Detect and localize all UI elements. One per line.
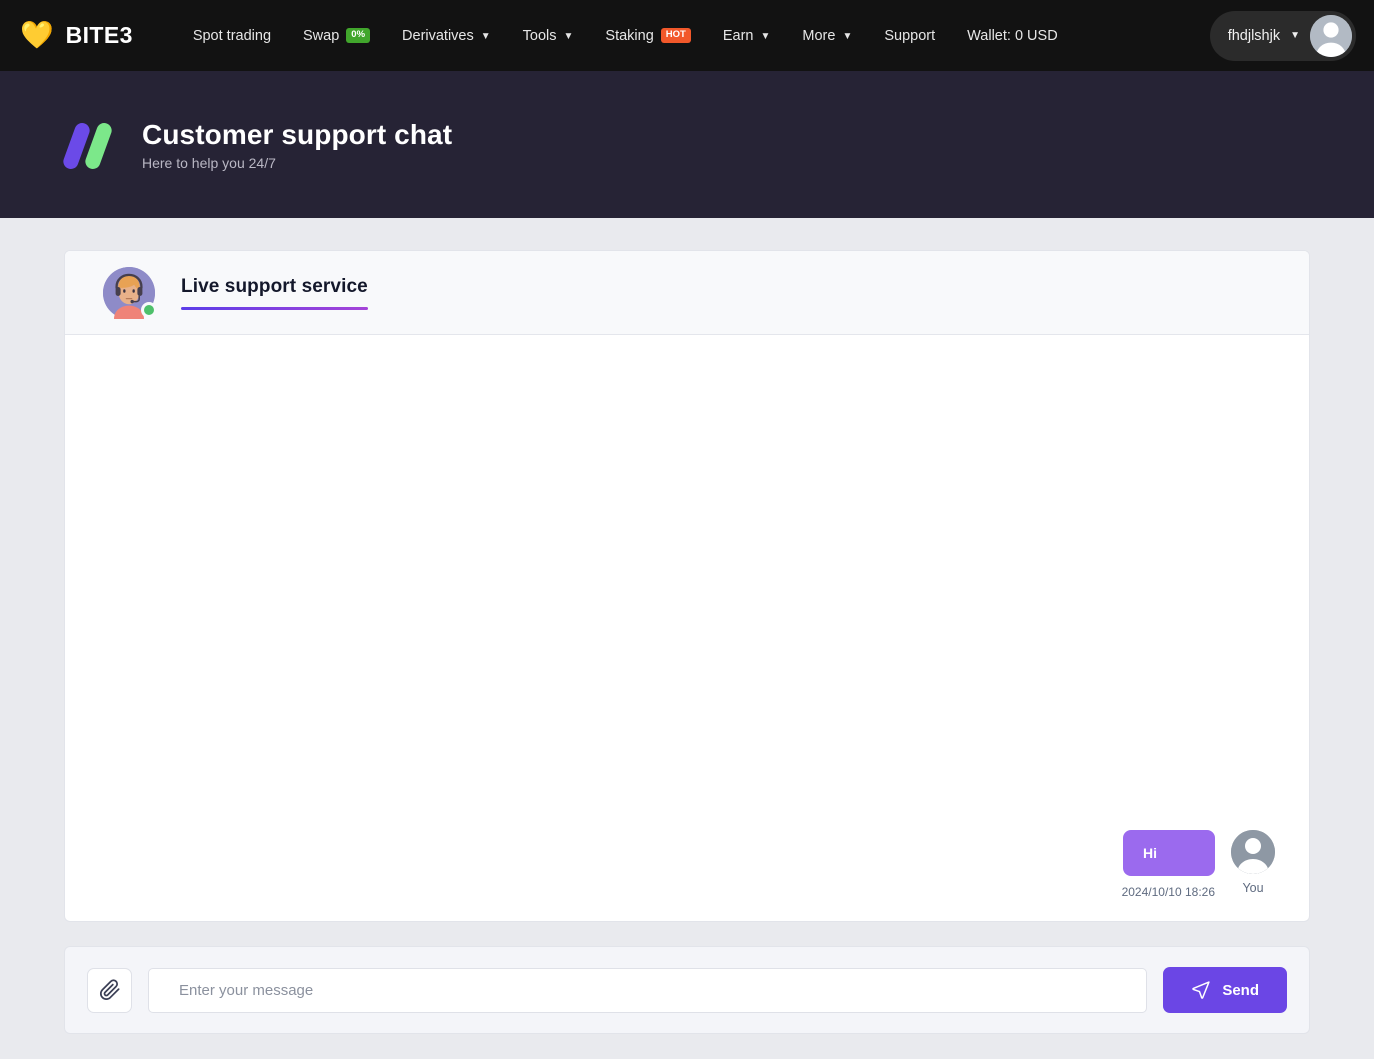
nav-item-tools[interactable]: Tools ▼ (507, 20, 590, 52)
nav-label: Swap (303, 27, 340, 44)
paperclip-icon (99, 979, 120, 1001)
online-status-dot (141, 301, 157, 318)
nav-item-wallet-balance[interactable]: Wallet: 0 USD (951, 20, 1074, 52)
nav-label: More (802, 27, 836, 44)
main-nav-links: Spot trading Swap 0% Derivatives ▼ Tools… (177, 20, 1074, 52)
brand-logo[interactable]: 💛 BITE3 (20, 22, 133, 49)
message-sender-label: You (1242, 880, 1264, 895)
user-name-label: fhdjlshjk (1227, 27, 1281, 44)
user-account-menu[interactable]: fhdjlshjk ▼ (1209, 10, 1356, 61)
chevron-down-icon: ▼ (1290, 30, 1300, 41)
page-header-band: Customer support chat Here to help you 2… (0, 71, 1374, 218)
brand-name: BITE3 (65, 22, 133, 48)
nav-label: Tools (522, 27, 557, 44)
support-agent-avatar-icon (103, 266, 157, 319)
chevron-down-icon: ▼ (480, 31, 491, 42)
nav-item-more[interactable]: More ▼ (786, 20, 868, 52)
avatar (1231, 829, 1275, 874)
send-button-label: Send (1222, 981, 1259, 999)
chevron-down-icon: ▼ (842, 31, 853, 42)
send-button[interactable]: Send (1163, 967, 1287, 1013)
nav-item-earn[interactable]: Earn ▼ (707, 20, 787, 52)
paper-plane-icon (1192, 981, 1210, 999)
nav-label: Earn (722, 27, 754, 44)
chat-message-list[interactable]: Hi 2024/10/10 18:26 You (65, 335, 1309, 921)
nav-label: Derivatives (402, 27, 474, 44)
nav-label: Wallet: 0 USD (967, 27, 1058, 44)
nav-label: Support (884, 27, 936, 44)
message-bubble: Hi (1123, 829, 1215, 876)
nav-item-derivatives[interactable]: Derivatives ▼ (386, 20, 507, 52)
avatar (1310, 14, 1352, 57)
nav-item-support[interactable]: Support (868, 20, 951, 52)
staking-hot-badge: HOT (660, 28, 691, 43)
top-navigation-bar: 💛 BITE3 Spot trading Swap 0% Derivatives… (0, 0, 1374, 71)
chat-card: Live support service Hi 2024/10/10 18:26 (64, 250, 1310, 922)
page-title: Customer support chat (142, 119, 453, 151)
chat-message-row: Hi 2024/10/10 18:26 You (99, 829, 1275, 899)
attach-file-button[interactable] (87, 967, 132, 1013)
message-timestamp: 2024/10/10 18:26 (1121, 885, 1215, 899)
nav-item-swap[interactable]: Swap 0% (287, 20, 386, 52)
chat-card-header: Live support service (65, 251, 1309, 335)
title-underline-accent (181, 306, 368, 310)
swap-discount-badge: 0% (346, 28, 371, 43)
nav-label: Spot trading (192, 27, 272, 44)
message-input[interactable] (148, 967, 1148, 1013)
page-body: Live support service Hi 2024/10/10 18:26 (0, 218, 1374, 922)
nav-item-spot-trading[interactable]: Spot trading (177, 20, 287, 52)
chevron-down-icon: ▼ (760, 31, 771, 42)
support-agent-name: Live support service (181, 275, 368, 297)
nav-item-staking[interactable]: Staking HOT (589, 20, 706, 52)
message-composer: Send (64, 946, 1310, 1034)
page-subtitle: Here to help you 24/7 (142, 154, 276, 171)
support-logo-icon (61, 120, 120, 171)
chevron-down-icon: ▼ (563, 31, 574, 42)
nav-label: Staking (605, 27, 654, 44)
yellow-heart-icon: 💛 (20, 20, 54, 50)
